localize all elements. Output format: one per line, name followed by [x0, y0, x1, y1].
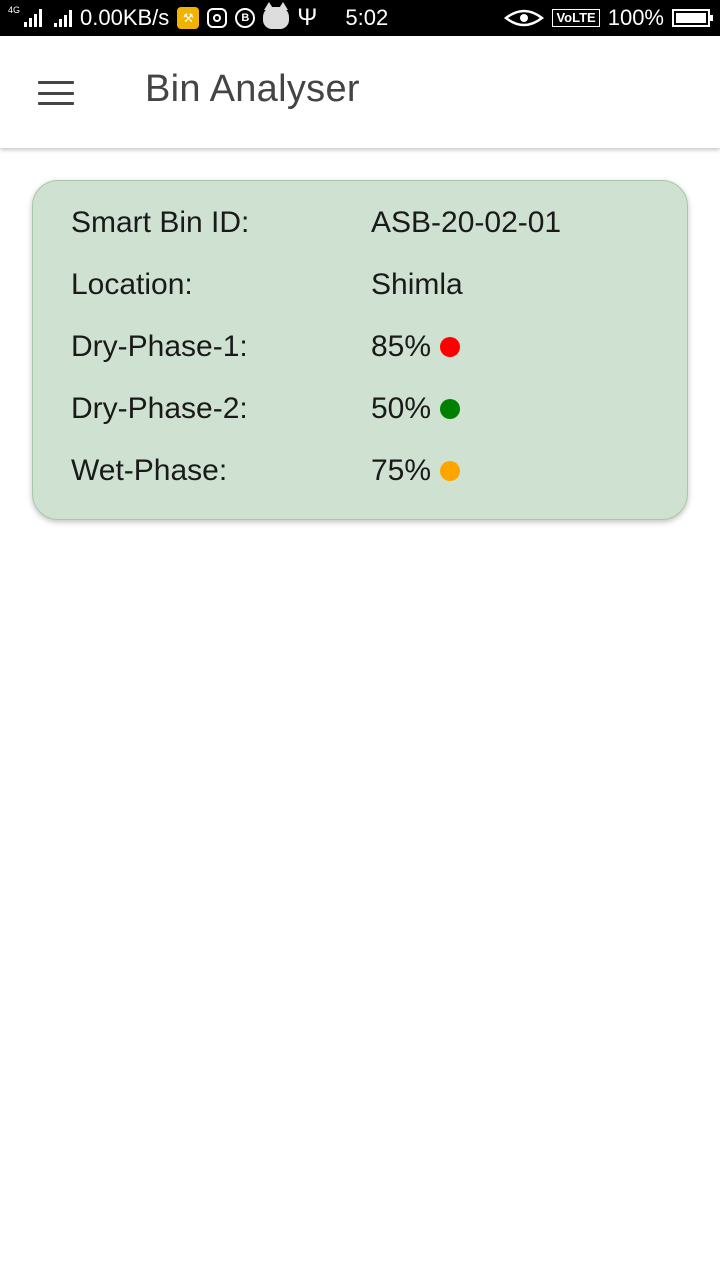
dry-phase-2-label: Dry-Phase-2: — [71, 392, 248, 425]
bin-id-row: Smart Bin ID: ASB-20-02-01 — [71, 203, 661, 243]
status-bar-right: VoLTE 100% — [504, 0, 713, 36]
location-row: Location: Shimla — [71, 265, 661, 305]
page-title: Bin Analyser — [145, 68, 360, 110]
location-label: Location: — [71, 268, 193, 301]
eye-icon — [504, 9, 545, 27]
bin-id-label: Smart Bin ID: — [71, 206, 250, 239]
app-bar: Bin Analyser — [0, 36, 720, 148]
b-app-icon: B — [235, 8, 256, 28]
notification-app-icon: ⚒ — [177, 7, 200, 29]
data-rate: 0.00KB/s — [80, 5, 170, 30]
usb-icon: Ψ — [297, 4, 318, 31]
dry-phase-2-value: 50% — [371, 392, 432, 425]
battery-icon — [672, 9, 713, 27]
dry-phase-1-row: Dry-Phase-1: 85% — [71, 327, 661, 367]
bin-id-value: ASB-20-02-01 — [371, 206, 562, 239]
wet-phase-row: Wet-Phase: 75% — [71, 451, 661, 491]
wet-phase-status-dot — [440, 461, 461, 481]
battery-percent: 100% — [607, 5, 664, 30]
menu-icon[interactable] — [38, 81, 74, 105]
location-value: Shimla — [371, 268, 463, 301]
dry-phase-2-status-dot — [440, 399, 461, 419]
dry-phase-1-status-dot — [440, 337, 461, 357]
status-bar-left: 4G 0.00KB/s ⚒ B Ψ 5:02 — [8, 0, 388, 36]
dry-phase-1-label: Dry-Phase-1: — [71, 330, 248, 363]
dry-phase-2-row: Dry-Phase-2: 50% — [71, 389, 661, 429]
volte-icon: VoLTE — [552, 9, 600, 27]
status-bar: 4G 0.00KB/s ⚒ B Ψ 5:02 VoLTE 100% — [0, 0, 720, 36]
signal-strength-2-icon — [54, 9, 73, 27]
signal-strength-icon — [24, 9, 43, 27]
cat-app-icon — [263, 2, 290, 29]
wet-phase-value: 75% — [371, 454, 432, 487]
clock: 5:02 — [345, 5, 389, 30]
bin-info-card: Smart Bin ID: ASB-20-02-01 Location: Shi… — [32, 180, 688, 520]
wet-phase-label: Wet-Phase: — [71, 454, 228, 487]
instagram-icon — [207, 8, 228, 28]
dry-phase-1-value: 85% — [371, 330, 432, 363]
network-type-label: 4G — [8, 5, 21, 15]
